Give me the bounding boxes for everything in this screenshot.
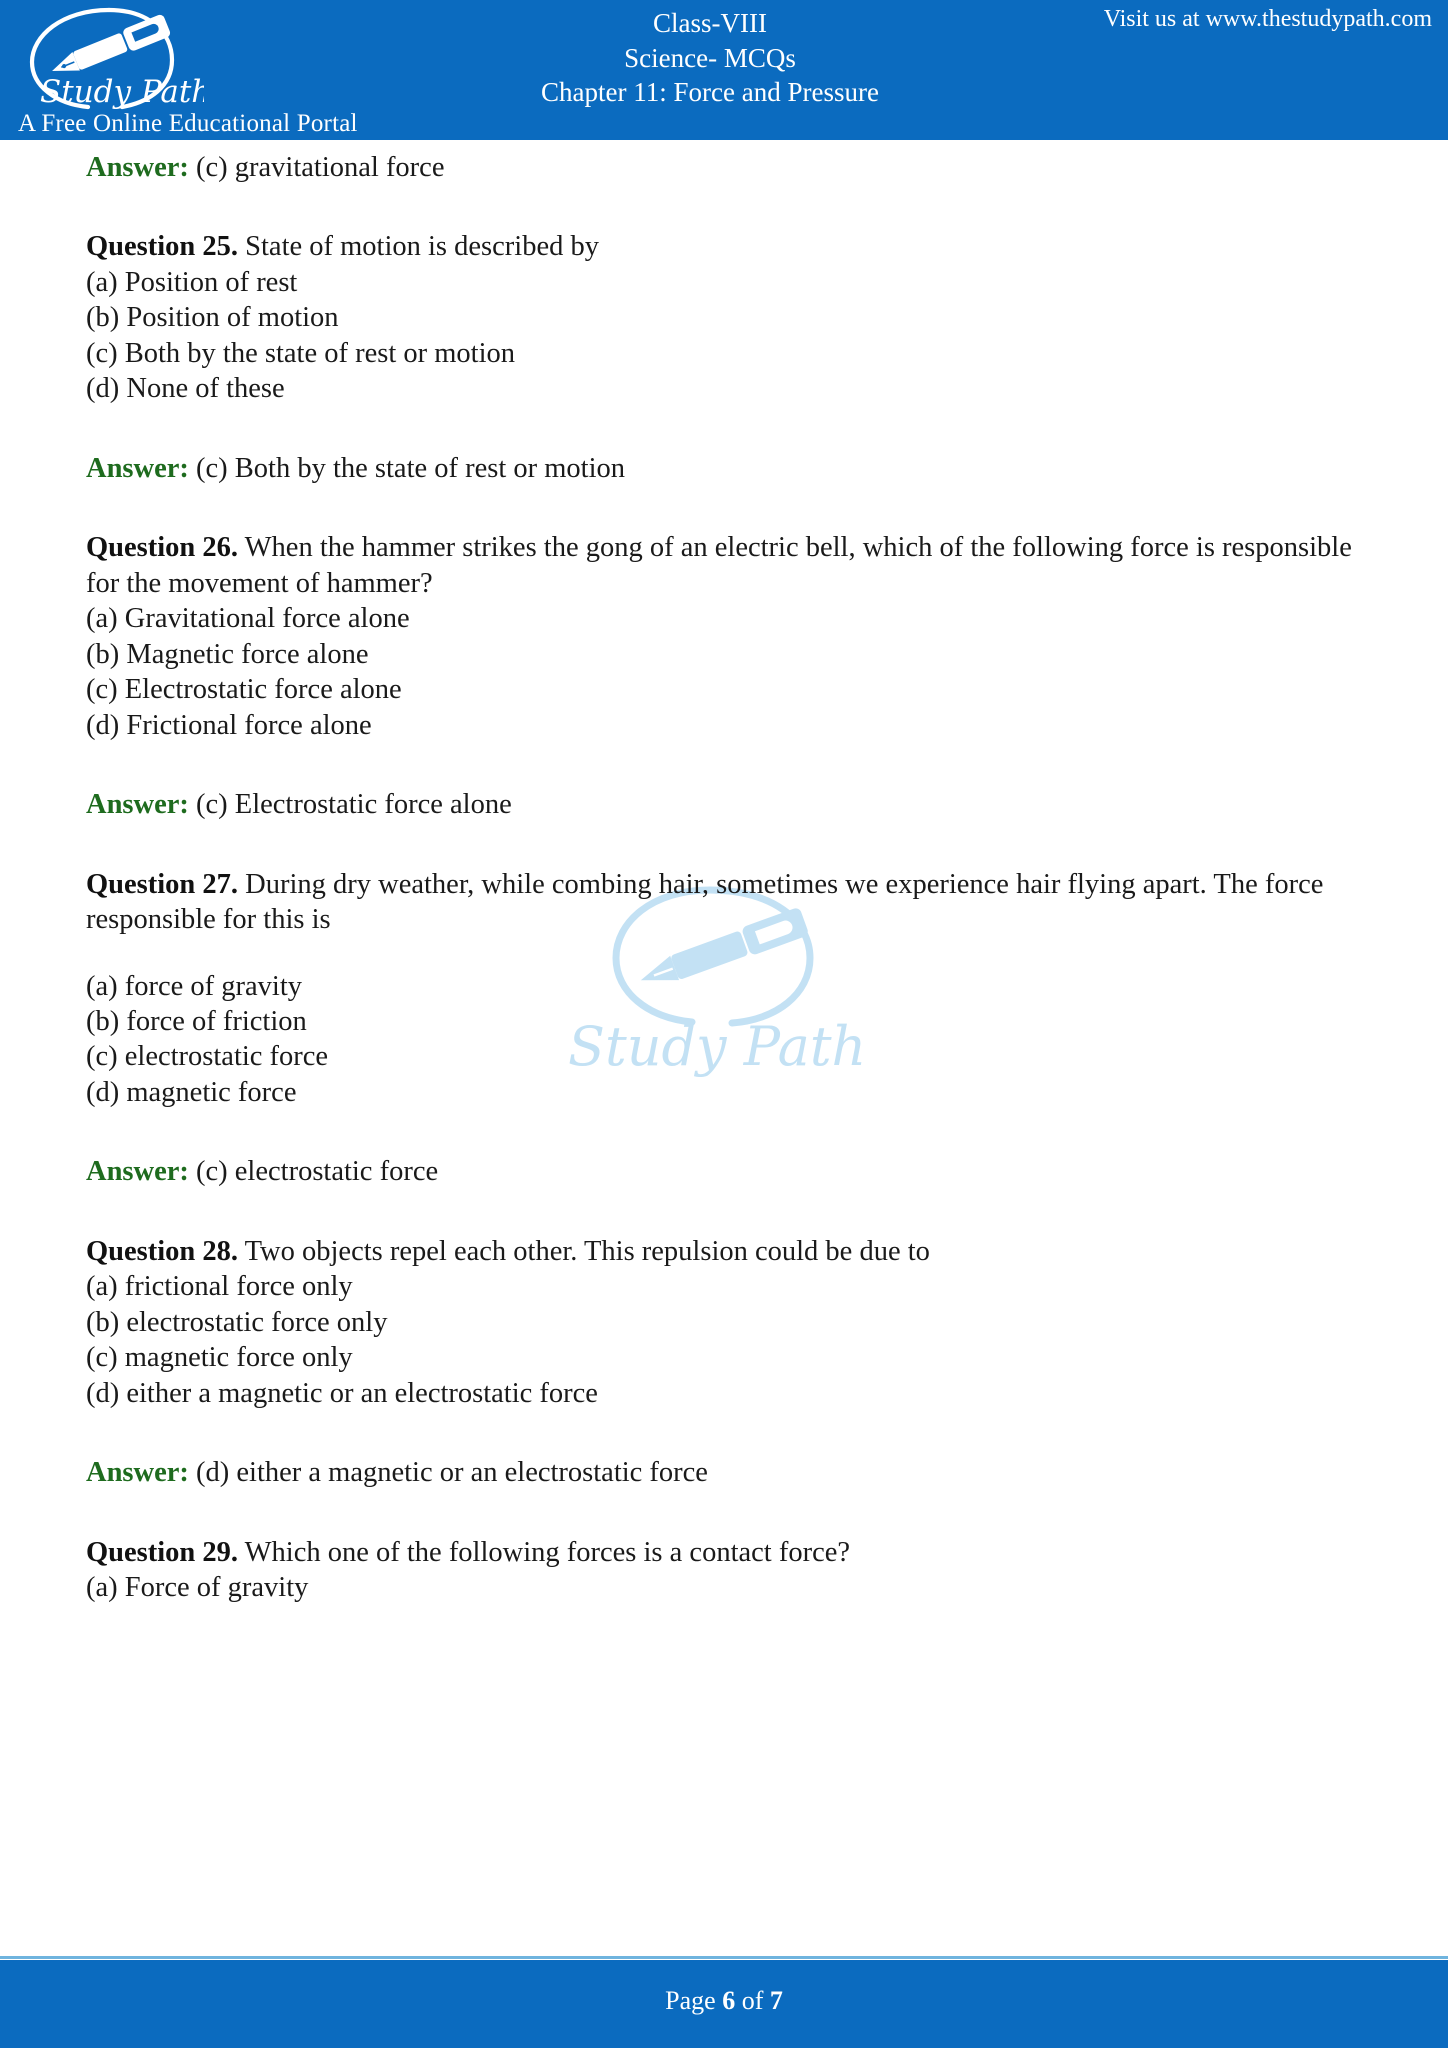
header-chapter-line: Chapter 11: Force and Pressure (541, 77, 879, 108)
document-body: Answer: (c) gravitational force Question… (0, 140, 1448, 1960)
answer-text: (c) Electrostatic force alone (188, 789, 512, 821)
question-25: Question 25. State of motion is describe… (86, 229, 1358, 264)
answer-label: Answer: (86, 1457, 189, 1489)
svg-text:Study Path: Study Path (40, 74, 204, 110)
option-item[interactable]: (b) electrostatic force only (86, 1305, 1358, 1340)
page-header: Study Path A Free Online Educational Por… (0, 0, 1448, 140)
question-text: Which one of the following forces is a c… (238, 1536, 851, 1568)
question-text: During dry weather, while combing hair, … (86, 868, 1324, 936)
answer-text: (c) electrostatic force (188, 1156, 439, 1188)
answer-label: Answer: (86, 789, 189, 821)
document-page: Study Path A Free Online Educational Por… (0, 0, 1448, 2048)
question-text: State of motion is described by (238, 231, 599, 263)
question-27: Question 27. During dry weather, while c… (86, 867, 1358, 938)
question-29: Question 29. Which one of the following … (86, 1535, 1358, 1570)
answer-line-24: Answer: (c) gravitational force (86, 150, 1358, 185)
answer-label: Answer: (86, 1156, 189, 1188)
option-item[interactable]: (c) magnetic force only (86, 1340, 1358, 1375)
option-item[interactable]: (a) force of gravity (86, 969, 1358, 1004)
answer-line-26: Answer: (c) Electrostatic force alone (86, 787, 1358, 822)
option-item[interactable]: (c) Both by the state of rest or motion (86, 336, 1358, 371)
option-item[interactable]: (a) Gravitational force alone (86, 601, 1358, 636)
option-item[interactable]: (c) electrostatic force (86, 1039, 1358, 1074)
option-item[interactable]: (b) Magnetic force alone (86, 637, 1358, 672)
answer-text: (d) either a magnetic or an electrostati… (188, 1457, 708, 1489)
page-middle: of (735, 1986, 770, 2015)
logo-tagline: A Free Online Educational Portal (18, 110, 358, 137)
option-item[interactable]: (d) None of these (86, 371, 1358, 406)
option-item[interactable]: (d) either a magnetic or an electrostati… (86, 1376, 1358, 1411)
question-label: Question 29. (86, 1536, 239, 1568)
option-item[interactable]: (a) frictional force only (86, 1269, 1358, 1304)
answer-text: (c) gravitational force (188, 152, 445, 183)
question-text: When the hammer strikes the gong of an e… (86, 532, 1352, 599)
answer-text: (c) Both by the state of rest or motion (188, 452, 626, 484)
answer-line-25: Answer: (c) Both by the state of rest or… (86, 451, 1358, 486)
option-item[interactable]: (b) Position of motion (86, 300, 1358, 335)
question-label: Question 28. (86, 1235, 239, 1267)
header-subject-line: Science- MCQs (624, 42, 796, 73)
question-26: Question 26. When the hammer strikes the… (86, 530, 1358, 601)
option-item[interactable]: (a) Force of gravity (86, 1570, 1358, 1605)
pen-logo-icon: Study Path (29, 7, 204, 110)
answer-label: Answer: (86, 152, 189, 183)
option-item[interactable]: (b) force of friction (86, 1004, 1358, 1039)
question-label: Question 27. (86, 868, 239, 900)
current-page-number: 6 (722, 1986, 736, 2015)
header-class-line: Class-VIII (653, 8, 767, 38)
page-number-label: Page 6 of 7 (0, 1986, 1448, 2016)
header-website-link[interactable]: Visit us at www.thestudypath.com (1104, 6, 1432, 33)
page-footer: Page 6 of 7 (0, 1960, 1448, 2048)
site-logo: Study Path A Free Online Educational Por… (8, 2, 408, 138)
answer-label: Answer: (86, 452, 189, 484)
option-item[interactable]: (d) magnetic force (86, 1075, 1358, 1110)
question-label: Question 26. (86, 532, 239, 564)
question-28: Question 28. Two objects repel each othe… (86, 1234, 1358, 1269)
option-item[interactable]: (c) Electrostatic force alone (86, 672, 1358, 707)
header-title-block: Class-VIII Science- MCQs Chapter 11: For… (430, 6, 990, 110)
answer-line-28: Answer: (d) either a magnetic or an elec… (86, 1455, 1358, 1490)
total-page-number: 7 (769, 1986, 783, 2015)
question-text: Two objects repel each other. This repul… (238, 1235, 930, 1267)
answer-line-27: Answer: (c) electrostatic force (86, 1154, 1358, 1189)
option-item[interactable]: (a) Position of rest (86, 265, 1358, 300)
option-item[interactable]: (d) Frictional force alone (86, 708, 1358, 743)
question-label: Question 25. (86, 231, 239, 263)
page-prefix: Page (665, 1986, 723, 2015)
